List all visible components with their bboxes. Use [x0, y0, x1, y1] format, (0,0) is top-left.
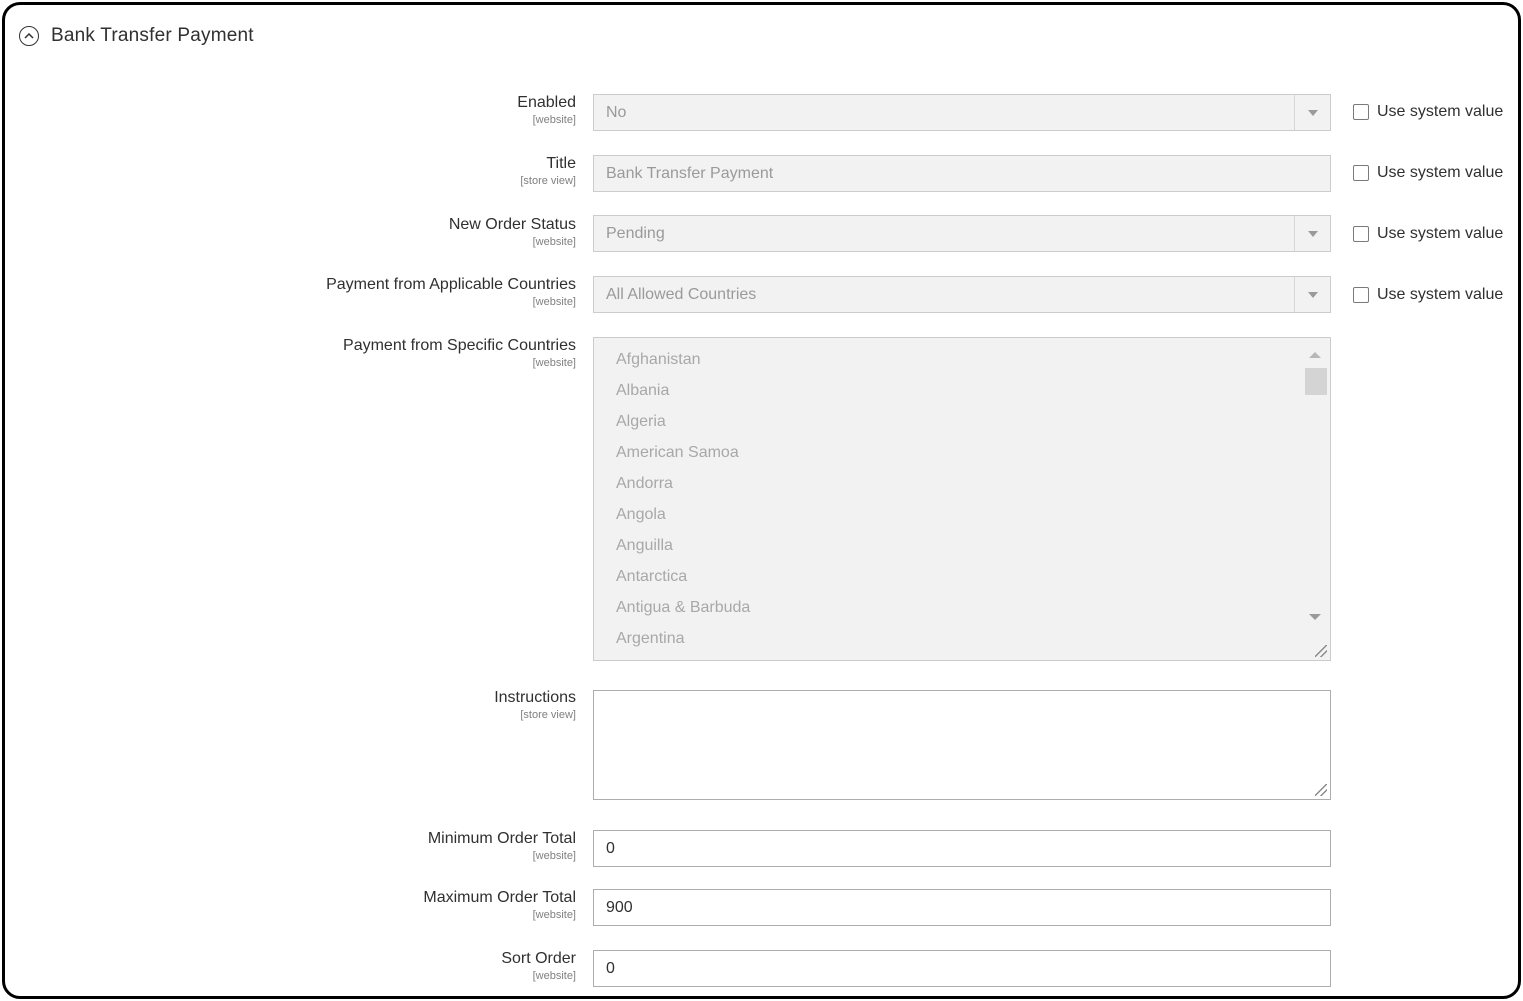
applicable-countries-label-group: Payment from Applicable Countries [websi…: [205, 275, 576, 309]
country-option[interactable]: Anguilla: [616, 534, 750, 565]
new-order-status-select[interactable]: Pending: [593, 215, 1331, 252]
input-value: 0: [606, 959, 615, 977]
field-label: Instructions: [494, 689, 576, 706]
select-value: All Allowed Countries: [606, 285, 757, 303]
country-option[interactable]: American Samoa: [616, 441, 750, 472]
use-system-value-label: Use system value: [1377, 286, 1504, 303]
field-scope: [website]: [532, 850, 576, 862]
applicable-countries-select[interactable]: All Allowed Countries: [593, 276, 1331, 313]
country-option[interactable]: Antigua & Barbuda: [616, 596, 750, 627]
title-label-group: Title [store view]: [205, 154, 576, 188]
field-label: Payment from Applicable Countries: [326, 276, 576, 293]
scrollbar[interactable]: [1304, 340, 1328, 658]
use-system-value-label: Use system value: [1377, 164, 1504, 181]
arrow-down-icon[interactable]: [1309, 614, 1321, 620]
section-title: Bank Transfer Payment: [51, 25, 254, 46]
instructions-textarea[interactable]: [593, 690, 1331, 800]
specific-countries-multiselect[interactable]: Afghanistan Albania Algeria American Sam…: [593, 337, 1331, 661]
select-value: Pending: [606, 224, 665, 242]
field-scope: [store view]: [520, 709, 576, 721]
chevron-up-circle-icon[interactable]: [19, 26, 39, 46]
country-options-list: Afghanistan Albania Algeria American Sam…: [616, 348, 750, 658]
use-system-value-label: Use system value: [1377, 225, 1504, 242]
use-system-value-checkbox[interactable]: [1353, 287, 1369, 303]
max-order-total-label-group: Maximum Order Total [website]: [205, 888, 576, 922]
arrow-up-icon[interactable]: [1309, 352, 1321, 358]
use-system-value-checkbox[interactable]: [1353, 104, 1369, 120]
field-label: Minimum Order Total: [427, 830, 576, 847]
use-system-value-checkbox[interactable]: [1353, 165, 1369, 181]
new-order-status-label-group: New Order Status [website]: [205, 215, 576, 249]
field-scope: [website]: [532, 970, 576, 982]
select-value: No: [606, 103, 627, 121]
instructions-label-group: Instructions [store view]: [205, 688, 576, 722]
config-panel: Bank Transfer Payment Enabled [website] …: [2, 2, 1521, 999]
input-value: 0: [606, 839, 615, 857]
sort-order-input[interactable]: 0: [593, 950, 1331, 987]
specific-countries-label-group: Payment from Specific Countries [website…: [205, 336, 576, 370]
country-option[interactable]: Algeria: [616, 410, 750, 441]
chevron-down-icon[interactable]: [1294, 277, 1330, 312]
field-scope: [website]: [532, 236, 576, 248]
title-input[interactable]: Bank Transfer Payment: [593, 155, 1331, 192]
country-option[interactable]: Argentina: [616, 627, 750, 658]
country-option[interactable]: Antarctica: [616, 565, 750, 596]
field-label: Title: [546, 155, 576, 172]
scrollbar-thumb[interactable]: [1305, 368, 1327, 395]
field-label: Enabled: [517, 94, 576, 111]
country-option[interactable]: Angola: [616, 503, 750, 534]
country-option[interactable]: Andorra: [616, 472, 750, 503]
enabled-select[interactable]: No: [593, 94, 1331, 131]
min-order-total-input[interactable]: 0: [593, 830, 1331, 867]
applicable-countries-use-system-value[interactable]: Use system value: [1353, 286, 1503, 304]
new-order-status-use-system-value[interactable]: Use system value: [1353, 225, 1503, 243]
max-order-total-input[interactable]: 900: [593, 889, 1331, 926]
resize-grip-icon[interactable]: [1315, 645, 1327, 657]
country-option[interactable]: Afghanistan: [616, 348, 750, 379]
field-label: New Order Status: [448, 216, 576, 233]
field-scope: [website]: [532, 357, 576, 369]
chevron-down-icon[interactable]: [1294, 95, 1330, 130]
field-label: Sort Order: [501, 950, 576, 967]
field-label: Payment from Specific Countries: [343, 337, 576, 354]
section-header[interactable]: Bank Transfer Payment: [19, 21, 254, 51]
input-value: 900: [606, 898, 633, 916]
use-system-value-label: Use system value: [1377, 103, 1504, 120]
field-scope: [website]: [532, 909, 576, 921]
title-use-system-value[interactable]: Use system value: [1353, 164, 1503, 182]
use-system-value-checkbox[interactable]: [1353, 226, 1369, 242]
country-option[interactable]: Albania: [616, 379, 750, 410]
field-scope: [website]: [532, 114, 576, 126]
min-order-total-label-group: Minimum Order Total [website]: [205, 829, 576, 863]
enabled-label-group: Enabled [website]: [205, 93, 576, 127]
field-scope: [website]: [532, 296, 576, 308]
field-label: Maximum Order Total: [423, 889, 576, 906]
input-value: Bank Transfer Payment: [606, 164, 774, 182]
resize-grip-icon[interactable]: [1315, 784, 1327, 796]
field-scope: [store view]: [520, 175, 576, 187]
sort-order-label-group: Sort Order [website]: [205, 949, 576, 983]
chevron-down-icon[interactable]: [1294, 216, 1330, 251]
enabled-use-system-value[interactable]: Use system value: [1353, 103, 1503, 121]
